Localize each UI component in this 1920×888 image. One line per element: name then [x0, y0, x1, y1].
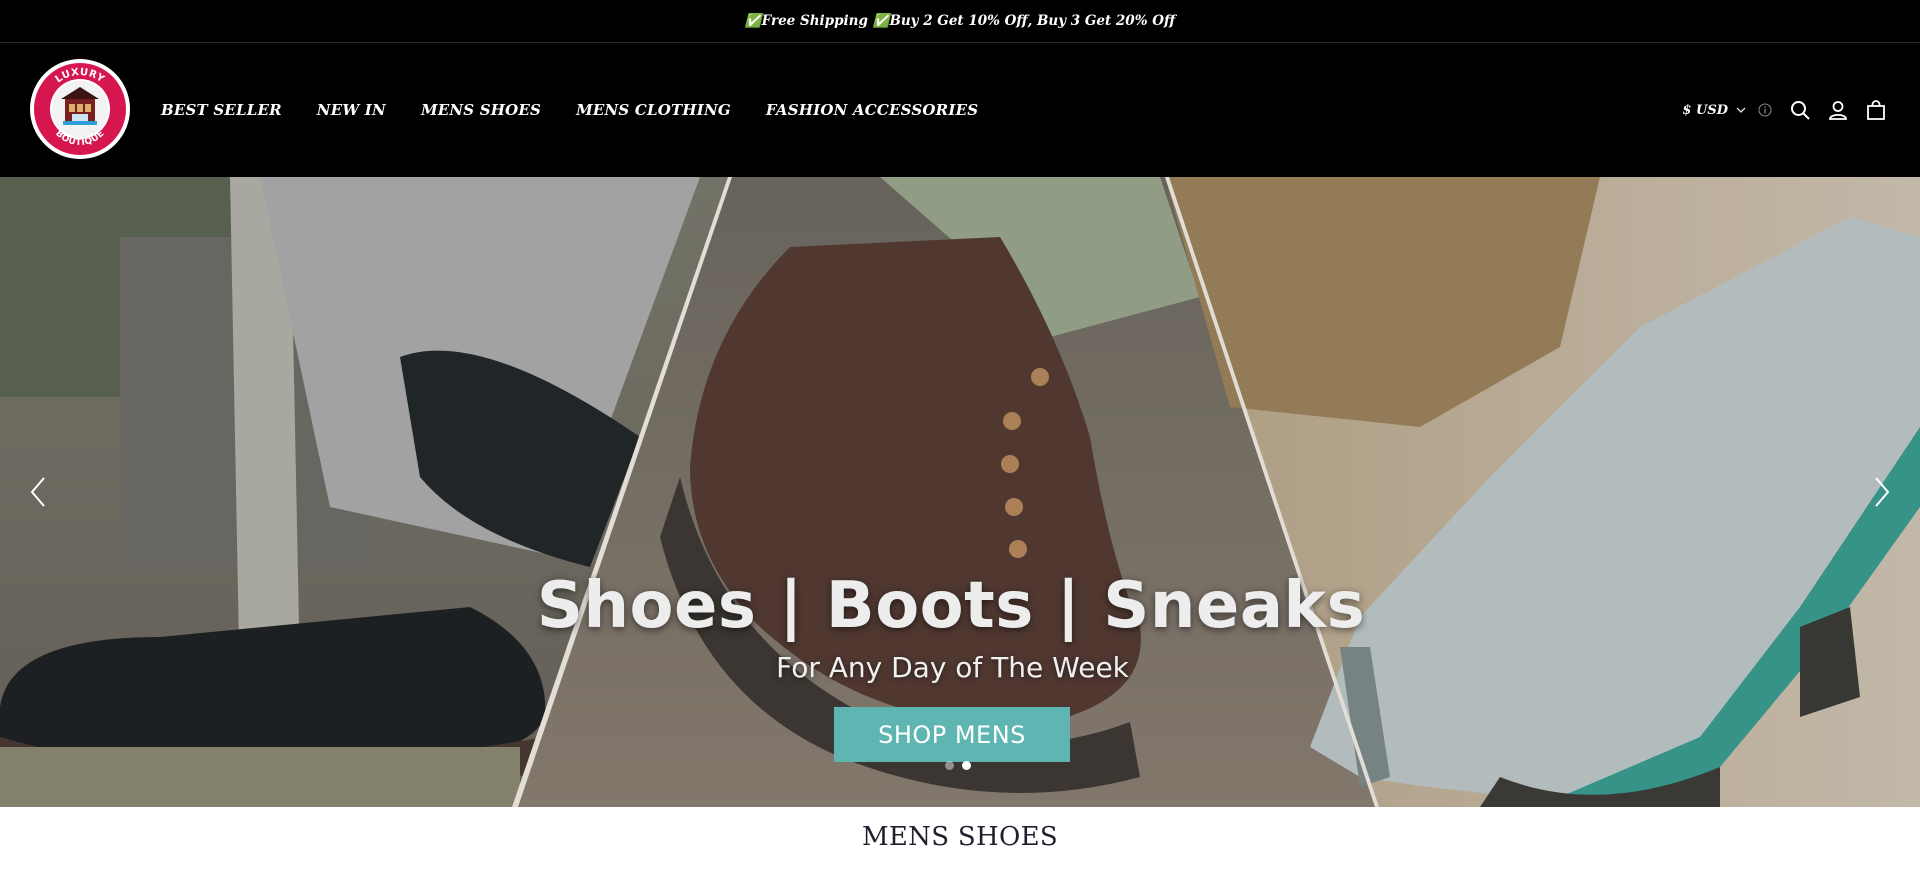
- slide-indicators: [945, 761, 979, 770]
- currency-label: $ USD: [1682, 102, 1728, 118]
- slide-dot-1[interactable]: [945, 761, 954, 770]
- nav-item-mens-shoes[interactable]: MENS SHOES: [421, 101, 541, 119]
- slide-dot-2[interactable]: [962, 761, 971, 770]
- announcement-text: ✅Free Shipping ✅Buy 2 Get 10% Off, Buy 3…: [744, 13, 1176, 29]
- hero-headline: Shoes | Boots | Sneaks: [536, 569, 1366, 643]
- nav-item-best-seller[interactable]: BEST SELLER: [161, 101, 282, 119]
- info-icon[interactable]: [1758, 103, 1772, 117]
- nav-item-fashion-accessories[interactable]: FASHION ACCESSORIES: [766, 101, 978, 119]
- shop-mens-button[interactable]: SHOP MENS: [834, 707, 1070, 762]
- main-nav: BEST SELLER NEW IN MENS SHOES MENS CLOTH…: [161, 43, 1013, 177]
- store-logo[interactable]: LUXURY BOUTIQUE: [28, 57, 132, 161]
- currency-selector[interactable]: $ USD: [1682, 103, 1746, 118]
- nav-item-mens-clothing[interactable]: MENS CLOTHING: [576, 101, 731, 119]
- site-header: LUXURY BOUTIQUE BEST SELLER NEW IN MENS …: [0, 43, 1920, 177]
- hero-slideshow: Shoes | Boots | Sneaks For Any Day of Th…: [0, 177, 1920, 807]
- chevron-left-icon: [30, 477, 45, 507]
- cart-icon[interactable]: [1866, 100, 1886, 120]
- slide-prev-button[interactable]: [18, 468, 58, 516]
- section-title-mens-shoes: MENS SHOES: [861, 822, 1059, 852]
- announcement-bar: ✅Free Shipping ✅Buy 2 Get 10% Off, Buy 3…: [0, 0, 1920, 43]
- account-icon[interactable]: [1828, 100, 1848, 120]
- header-tools: $ USD: [1682, 43, 1886, 177]
- search-icon[interactable]: [1790, 100, 1810, 120]
- chevron-right-icon: [1875, 477, 1890, 507]
- hero-subheadline: For Any Day of The Week: [776, 651, 1129, 684]
- slide-next-button[interactable]: [1862, 468, 1902, 516]
- nav-item-new-in[interactable]: NEW IN: [317, 101, 386, 119]
- chevron-down-icon: [1736, 107, 1746, 113]
